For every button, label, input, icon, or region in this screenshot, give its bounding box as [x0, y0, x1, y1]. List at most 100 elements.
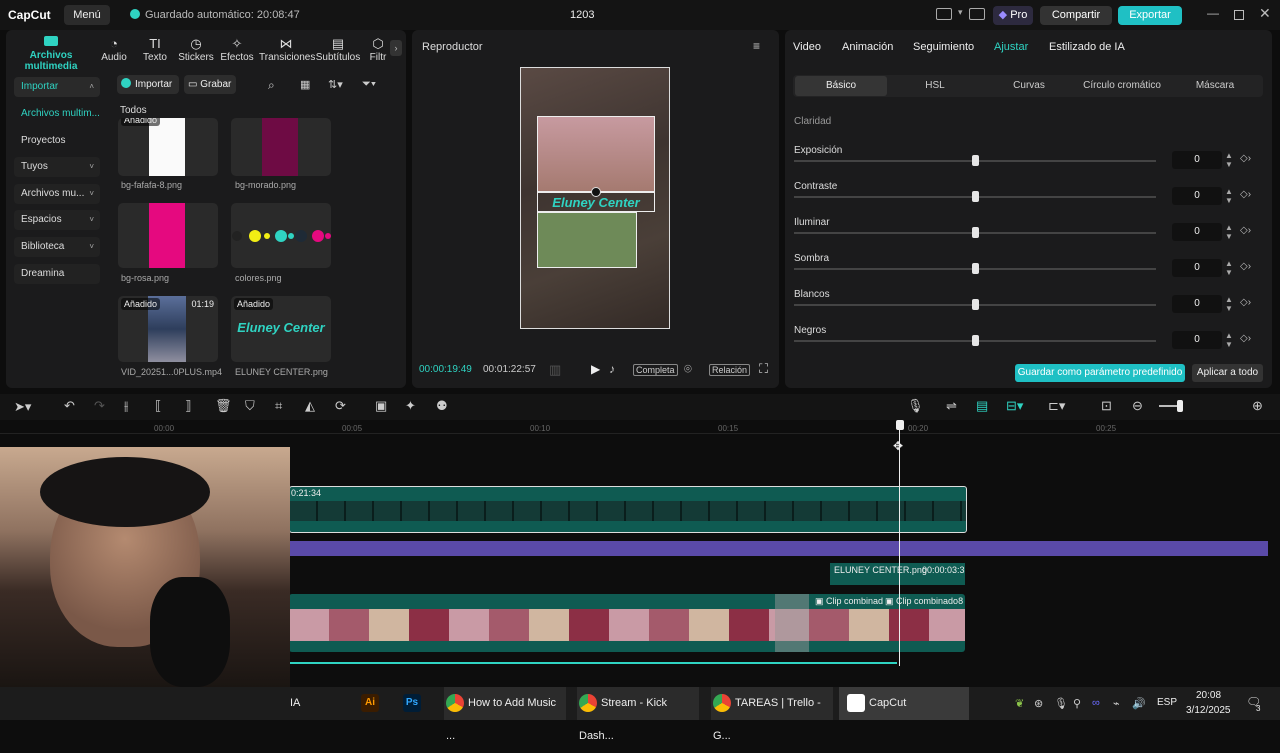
magnet-icon[interactable]: ▤ [976, 398, 988, 414]
person-icon[interactable]: ⚉ [436, 398, 448, 414]
playhead-handle[interactable] [896, 420, 904, 430]
filter-funnel-icon[interactable]: ⏷▾ [362, 78, 376, 91]
layout-icon[interactable] [936, 8, 952, 20]
tab-video[interactable]: Video [793, 41, 821, 53]
subtab-basic[interactable]: Básico [795, 76, 887, 96]
zoom-in-icon[interactable]: ⊕ [1252, 398, 1263, 414]
shield-icon[interactable]: ⛉ [245, 398, 255, 414]
taskbar-app-chrome-2[interactable]: Stream - Kick Dash... [577, 687, 699, 742]
tray-meta-icon[interactable]: ∞ [1092, 697, 1100, 709]
ratio-button[interactable]: Relación [709, 364, 751, 376]
tray-usb-icon[interactable]: ⌁ [1113, 697, 1120, 710]
chevron-right-icon[interactable]: › [390, 40, 402, 56]
value-input[interactable]: 0 [1172, 259, 1222, 277]
subtab-hsl[interactable]: HSL [889, 76, 981, 96]
undo-icon[interactable]: ↶ [64, 398, 75, 414]
media-thumb-video[interactable]: Añadido 01:19 [118, 296, 218, 362]
tab-stickers[interactable]: ◷ Stickers [177, 36, 215, 63]
rotate-icon[interactable]: ⟳ [335, 398, 346, 414]
chevron-down-icon[interactable]: ▾ [958, 7, 963, 18]
tray-leaf-icon[interactable]: ❦ [1015, 697, 1024, 710]
timecode-icon[interactable]: ▥ [549, 362, 561, 378]
full-quality-button[interactable]: Completa [633, 364, 678, 376]
playhead[interactable] [899, 421, 900, 666]
record-button[interactable]: ▭ Grabar [184, 75, 236, 94]
media-thumb-fafafa[interactable]: Añadido [118, 118, 218, 176]
import-button[interactable]: Importar [117, 75, 179, 94]
main-video-clip[interactable]: 0:21:34 [289, 486, 967, 533]
minimize-icon[interactable]: — [1207, 6, 1219, 20]
tab-audio[interactable]: ◔ Audio [98, 36, 130, 63]
sidebar-item-spaces[interactable]: Espacios ˅ [14, 210, 100, 230]
stepper-icon[interactable]: ▲ ▼ [1225, 187, 1233, 205]
transition-marker[interactable] [775, 594, 809, 652]
sidebar-item-library[interactable]: Biblioteca ˅ [14, 237, 100, 257]
taskbar-app-capcut[interactable]: CapCut [839, 687, 969, 720]
value-input[interactable]: 0 [1172, 187, 1222, 205]
zoom-out-icon[interactable]: ⊖ [1132, 398, 1143, 414]
tray-date[interactable]: 3/12/2025 [1186, 705, 1231, 716]
keyframe-icon[interactable]: ◇› [1240, 261, 1251, 272]
crop-icon[interactable]: ⌗ [275, 398, 282, 414]
slider-knob[interactable] [972, 335, 979, 346]
tray-mic-icon[interactable]: 🎙 [1054, 697, 1068, 710]
tab-subtitles[interactable]: ▤ Subtítulos [315, 36, 361, 63]
tray-language[interactable]: ESP [1157, 697, 1177, 708]
taskbar-app-ia[interactable]: IA [290, 687, 300, 720]
maximize-icon[interactable] [1234, 10, 1244, 20]
video-canvas[interactable]: Eluney Center [520, 67, 670, 329]
sidebar-item-files[interactable]: Archivos mu... ˅ [14, 184, 100, 204]
magic-icon[interactable]: ✦ [405, 398, 416, 414]
slider-knob[interactable] [972, 299, 979, 310]
keyframe-icon[interactable]: ◇› [1240, 297, 1251, 308]
taskbar-app-chrome-3[interactable]: TAREAS | Trello - G... [711, 687, 833, 742]
image-clip-eluney[interactable]: ELUNEY CENTER.png 00:00:03:3 [830, 563, 965, 585]
tab-animation[interactable]: Animación [842, 41, 893, 53]
media-thumb-colores[interactable] [231, 203, 331, 268]
save-preset-button[interactable]: Guardar como parámetro predefinido [1015, 364, 1185, 382]
anchor-handle[interactable] [591, 187, 601, 197]
mirror-icon[interactable]: ◭ [305, 398, 315, 414]
keyframe-icon[interactable]: ◇› [1240, 225, 1251, 236]
value-input[interactable]: 0 [1172, 151, 1222, 169]
slider-knob[interactable] [972, 191, 979, 202]
slider-knob[interactable] [972, 263, 979, 274]
tray-security-icon[interactable]: ⊛ [1034, 697, 1043, 710]
tab-effects[interactable]: ✧ Efectos [219, 36, 255, 63]
fit-icon[interactable]: ⌾ [684, 361, 692, 377]
taskbar-app-chrome-1[interactable]: How to Add Music ... [444, 687, 566, 742]
sort-icon[interactable]: ⇅▾ [328, 78, 343, 91]
audio-track-clip[interactable] [289, 541, 1268, 556]
tab-tracking[interactable]: Seguimiento [913, 41, 974, 53]
value-input[interactable]: 0 [1172, 331, 1222, 349]
export-button[interactable]: Exportar [1118, 6, 1182, 25]
split-left-icon[interactable]: ⟦ [155, 398, 161, 414]
split-icon[interactable]: ⫲ [124, 398, 128, 414]
sidebar-item-subprojects[interactable]: Proyectos secun... [14, 131, 100, 166]
tray-time[interactable]: 20:08 [1196, 690, 1221, 701]
apply-all-button[interactable]: Aplicar a todo [1192, 364, 1263, 382]
tray-person-icon[interactable]: ⚲ [1073, 697, 1081, 710]
sidebar-item-yours[interactable]: Tuyos ˅ [14, 157, 100, 177]
tab-transitions[interactable]: ⋈ Transiciones [259, 36, 315, 63]
stepper-icon[interactable]: ▲ ▼ [1225, 223, 1233, 241]
stepper-icon[interactable]: ▲ ▼ [1225, 295, 1233, 313]
subtab-mask[interactable]: Máscara [1169, 76, 1261, 96]
slider-knob[interactable] [972, 155, 979, 166]
taskbar-app-illustrator[interactable]: Ai [361, 687, 383, 720]
stepper-icon[interactable]: ▲ ▼ [1225, 151, 1233, 169]
tab-filters[interactable]: ⬡ Filtr [366, 36, 390, 63]
microphone-icon[interactable]: 🎙 [907, 398, 924, 414]
redo-icon[interactable]: ↷ [94, 398, 105, 414]
cursor-icon[interactable]: ➤▾ [14, 399, 31, 415]
stepper-icon[interactable]: ▲ ▼ [1225, 259, 1233, 277]
keyframe-icon[interactable]: ◇› [1240, 333, 1251, 344]
link-icon[interactable]: ⇌ [946, 398, 957, 414]
search-icon[interactable]: ⌕ [268, 78, 275, 93]
subtab-color-wheel[interactable]: Círculo cromático [1075, 76, 1169, 96]
keyframe-icon[interactable]: ◇› [1240, 153, 1251, 164]
menu-button[interactable]: Menú [64, 5, 110, 25]
value-input[interactable]: 0 [1172, 223, 1222, 241]
tab-media[interactable]: Archivos multimedia [10, 36, 92, 72]
tiktok-icon[interactable]: ♪ [609, 362, 615, 376]
